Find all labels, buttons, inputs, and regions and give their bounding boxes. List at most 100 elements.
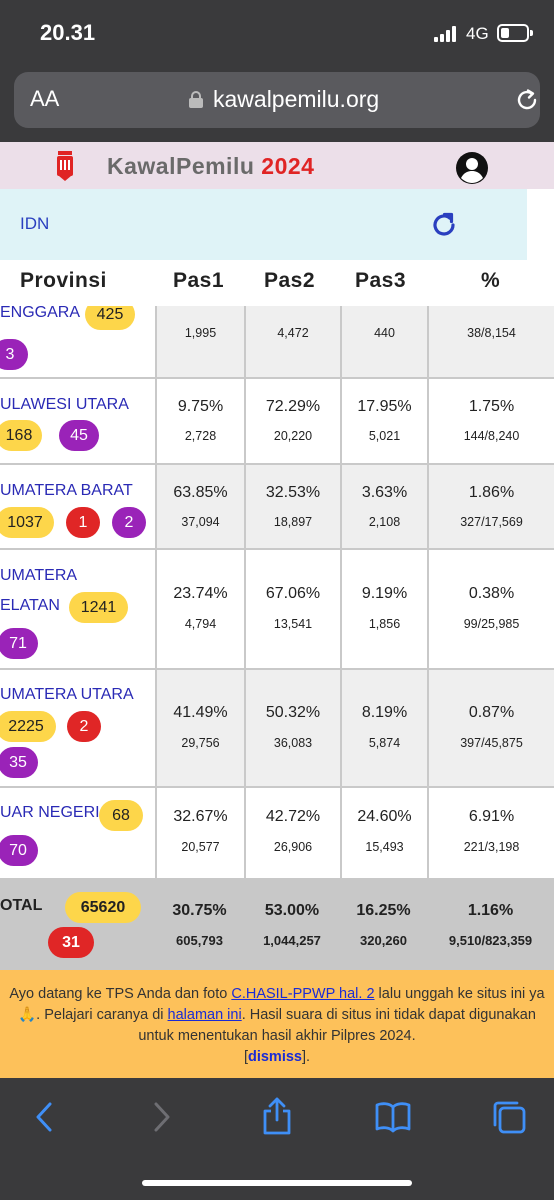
header-pas3[interactable]: Pas3 [355, 269, 406, 293]
total-pas2-percent: 53.00% [264, 902, 320, 919]
site-title[interactable]: KawalPemilu 2024 [107, 153, 314, 180]
notice-text-1: Ayo datang ke TPS Anda dan foto [9, 986, 232, 1002]
total-percent: 1.16% [467, 902, 514, 919]
battery-icon [497, 24, 533, 42]
status-bar: 20.31 4G [0, 0, 554, 66]
halaman-ini-link[interactable]: halaman ini [168, 1007, 242, 1023]
home-indicator[interactable] [142, 1180, 412, 1186]
badge-yellow: 68 [99, 800, 143, 831]
dismiss-link[interactable]: dismiss [248, 1049, 302, 1065]
badge-yellow: 425 [85, 306, 135, 330]
lock-icon [189, 91, 203, 108]
cell-pas2: 4,472 [244, 306, 340, 377]
cell-pas2: 72.29% 20,220 [244, 379, 340, 463]
total-row: OTAL 65620 31 30.75% 605,793 53.00% 1,04… [0, 878, 554, 970]
table-row: UMATERA ELATAN 1241 71 23.74% 4,794 67.06… [0, 550, 554, 670]
badge-purple: 2 [112, 507, 146, 538]
cell-pas1: 1,995 [155, 306, 244, 377]
province-link[interactable]: UMATERA BARAT [0, 482, 133, 500]
cell-pas1: 23.74% 4,794 [155, 550, 244, 668]
badge-yellow: 1241 [69, 592, 128, 623]
account-icon[interactable] [455, 151, 489, 190]
cell-pas3: 24.60% 15,493 [340, 788, 427, 878]
badge-purple: 35 [0, 747, 38, 778]
province-link-line2[interactable]: ELATAN [0, 597, 60, 615]
badge-yellow: 1037 [0, 507, 54, 538]
cell-percent: 0.87% 397/45,875 [427, 670, 554, 786]
url-text[interactable]: kawalpemilu.org [213, 86, 379, 113]
notice-banner: Ayo datang ke TPS Anda dan foto C.HASIL-… [0, 970, 554, 1078]
cell-pas2: 67.06% 13,541 [244, 550, 340, 668]
bracket-close: ]. [301, 1049, 311, 1065]
header-provinsi[interactable]: Provinsi [20, 269, 107, 293]
header-pas2[interactable]: Pas2 [264, 269, 315, 293]
cell-pas1: 63.85% 37,094 [155, 465, 244, 548]
tabs-icon[interactable] [491, 1099, 527, 1140]
table-header: Provinsi Pas1 Pas2 Pas3 % [0, 260, 554, 306]
back-icon[interactable] [30, 1100, 58, 1139]
site-title-year: 2024 [261, 153, 315, 179]
status-time: 20.31 [40, 20, 96, 45]
badge-red: 31 [48, 927, 94, 958]
cell-pas1: 9.75% 2,728 [155, 379, 244, 463]
cell-pas3: 440 [340, 306, 427, 377]
badge-red: 1 [66, 507, 100, 538]
header-percent[interactable]: % [481, 269, 500, 293]
network-type: 4G [466, 24, 489, 43]
refresh-icon[interactable] [430, 211, 458, 244]
site-header: KawalPemilu 2024 [0, 142, 554, 189]
total-label: OTAL [0, 897, 43, 914]
phone-screen: 20.31 4G AA kawalpemilu.org KawalPemilu … [0, 0, 554, 1200]
cellular-signal-icon [434, 26, 460, 42]
table-row: ENGGARA 425 3 1,995 4,472 440 38/8,154 [0, 306, 554, 379]
total-pas2-count: 1,044,257 [263, 933, 321, 948]
forward-icon[interactable] [148, 1100, 176, 1139]
share-icon[interactable] [259, 1096, 295, 1141]
reload-icon[interactable] [514, 87, 540, 118]
province-link[interactable]: ENGGARA [0, 306, 80, 322]
province-link[interactable]: UAR NEGERI [0, 804, 100, 822]
total-pas3-percent: 16.25% [356, 902, 411, 919]
badge-purple: 45 [59, 420, 99, 451]
ballot-box-logo-icon[interactable] [55, 149, 75, 183]
table-row: UMATERA UTARA 2225 2 35 41.49% 29,756 50.… [0, 670, 554, 788]
province-link[interactable]: UMATERA [0, 567, 77, 585]
badge-purple: 70 [0, 835, 38, 866]
badge-red: 2 [67, 711, 101, 742]
province-table: ENGGARA 425 3 1,995 4,472 440 38/8,154 U… [0, 306, 554, 878]
total-percent-count: 9,510/823,359 [448, 933, 533, 948]
table-row: ULAWESI UTARA 168 45 9.75% 2,728 72.29% 20… [0, 379, 554, 465]
total-pas1-count: 605,793 [176, 933, 223, 948]
bookmarks-icon[interactable] [374, 1100, 412, 1139]
address-bar[interactable]: AA kawalpemilu.org [14, 72, 540, 128]
table-row: UAR NEGERI 68 70 32.67% 20,577 42.72% 26,9… [0, 788, 554, 878]
badge-purple: 3 [0, 339, 28, 370]
region-breadcrumb[interactable]: IDN [20, 214, 49, 234]
cell-pas3: 3.63% 2,108 [340, 465, 427, 548]
province-link[interactable]: UMATERA UTARA [0, 686, 134, 704]
cell-percent: 6.91% 221/3,198 [427, 788, 554, 878]
total-pas3-count: 320,260 [360, 933, 407, 948]
cell-pas2: 42.72% 26,906 [244, 788, 340, 878]
cell-percent: 0.38% 99/25,985 [427, 550, 554, 668]
c-hasil-link[interactable]: C.HASIL-PPWP hal. 2 [231, 986, 374, 1002]
reader-text-size-button[interactable]: AA [30, 86, 59, 112]
header-pas1[interactable]: Pas1 [173, 269, 224, 293]
badge-yellow: 2225 [0, 711, 56, 742]
table-row: UMATERA BARAT 1037 1 2 63.85% 37,094 32.5… [0, 465, 554, 550]
cell-pas3: 9.19% 1,856 [340, 550, 427, 668]
cell-pas2: 32.53% 18,897 [244, 465, 340, 548]
cell-pas3: 8.19% 5,874 [340, 670, 427, 786]
badge-yellow: 65620 [65, 892, 141, 923]
badge-yellow: 168 [0, 420, 42, 451]
cell-pas1: 41.49% 29,756 [155, 670, 244, 786]
cell-percent: 38/8,154 [427, 306, 554, 377]
cell-pas2: 50.32% 36,083 [244, 670, 340, 786]
province-link[interactable]: ULAWESI UTARA [0, 396, 129, 414]
region-breadcrumb-bar: IDN [0, 189, 527, 260]
badge-purple: 71 [0, 628, 38, 659]
cell-pas3: 17.95% 5,021 [340, 379, 427, 463]
total-pas1-percent: 30.75% [172, 902, 227, 919]
web-content: KawalPemilu 2024 IDN Provinsi Pas1 Pas2 … [0, 142, 554, 1078]
site-title-text: KawalPemilu [107, 153, 255, 179]
